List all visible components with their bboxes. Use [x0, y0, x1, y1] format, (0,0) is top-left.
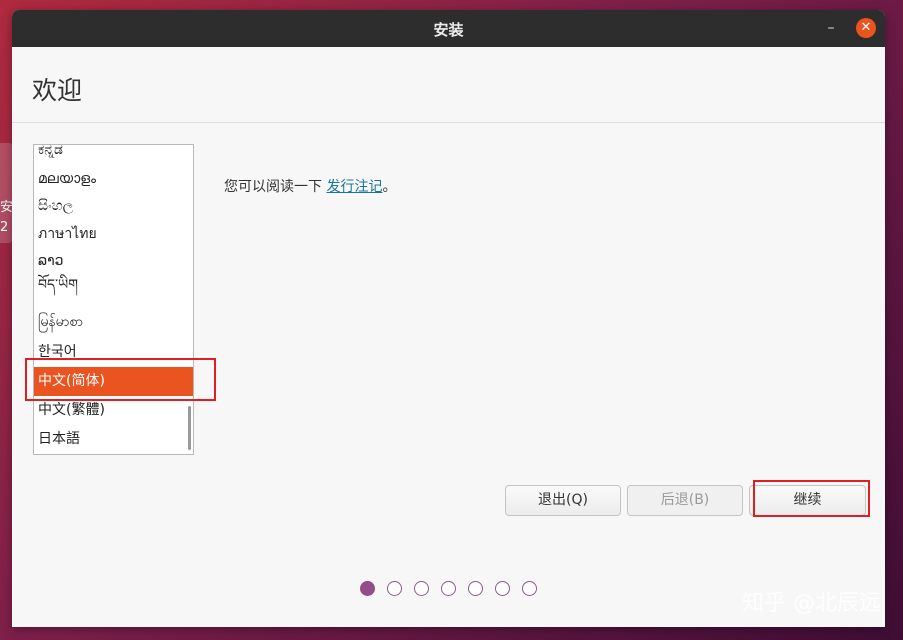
release-notes-suffix: 。 [382, 179, 397, 195]
release-notes-link[interactable]: 发行注记 [326, 179, 382, 195]
language-item[interactable]: ภาษาไทย [34, 220, 193, 249]
titlebar[interactable]: 安装 – ✕ [12, 10, 885, 47]
language-item[interactable]: සිංහල [34, 192, 193, 221]
installer-window: 安装 – ✕ 欢迎 ಕನ್ನಡ മലയാളം සිංහල ภาษาไทย ລາວ… [12, 10, 885, 627]
language-item[interactable]: ಕನ್ನಡ [34, 145, 193, 165]
minimize-icon[interactable]: – [823, 19, 839, 37]
close-icon[interactable]: ✕ [856, 18, 876, 38]
language-item[interactable]: 한국어 [34, 338, 193, 367]
language-item[interactable]: བོད་ཡིག [34, 271, 193, 300]
release-notes-text: 您可以阅读一下 发行注记。 [224, 176, 396, 196]
progress-dot [522, 581, 537, 596]
progress-dot [495, 581, 510, 596]
continue-button[interactable]: 继续 [749, 485, 866, 516]
language-item[interactable]: 日本語 [34, 425, 193, 454]
language-list[interactable]: ಕನ್ನಡ മലയാളം සිංහල ภาษาไทย ລາວ བོད་ཡིག မ… [33, 144, 194, 455]
list-scrollbar[interactable] [188, 406, 191, 450]
quit-button[interactable]: 退出(Q) [505, 485, 621, 516]
page-title: 欢迎 [32, 76, 83, 105]
back-button[interactable]: 后退(B) [627, 485, 743, 516]
progress-dot [468, 581, 483, 596]
progress-dot [387, 581, 402, 596]
language-item-selected[interactable]: 中文(简体) [34, 367, 193, 396]
window-title: 安装 [433, 21, 464, 39]
page-header: 欢迎 [12, 47, 885, 123]
language-item[interactable]: မြန်မာစာ [34, 308, 193, 337]
progress-dot [441, 581, 456, 596]
watermark-text: 知乎 @北辰远 [742, 591, 881, 616]
progress-dot [414, 581, 429, 596]
release-notes-prefix: 您可以阅读一下 [224, 179, 327, 195]
language-item[interactable]: 中文(繁體) [34, 396, 193, 425]
main-content: ಕನ್ನಡ മലയാളം සිංහල ภาษาไทย ລາວ བོད་ཡིག မ… [12, 124, 885, 627]
language-item[interactable]: മലയാളം [34, 165, 193, 194]
progress-dot-active [360, 581, 375, 596]
